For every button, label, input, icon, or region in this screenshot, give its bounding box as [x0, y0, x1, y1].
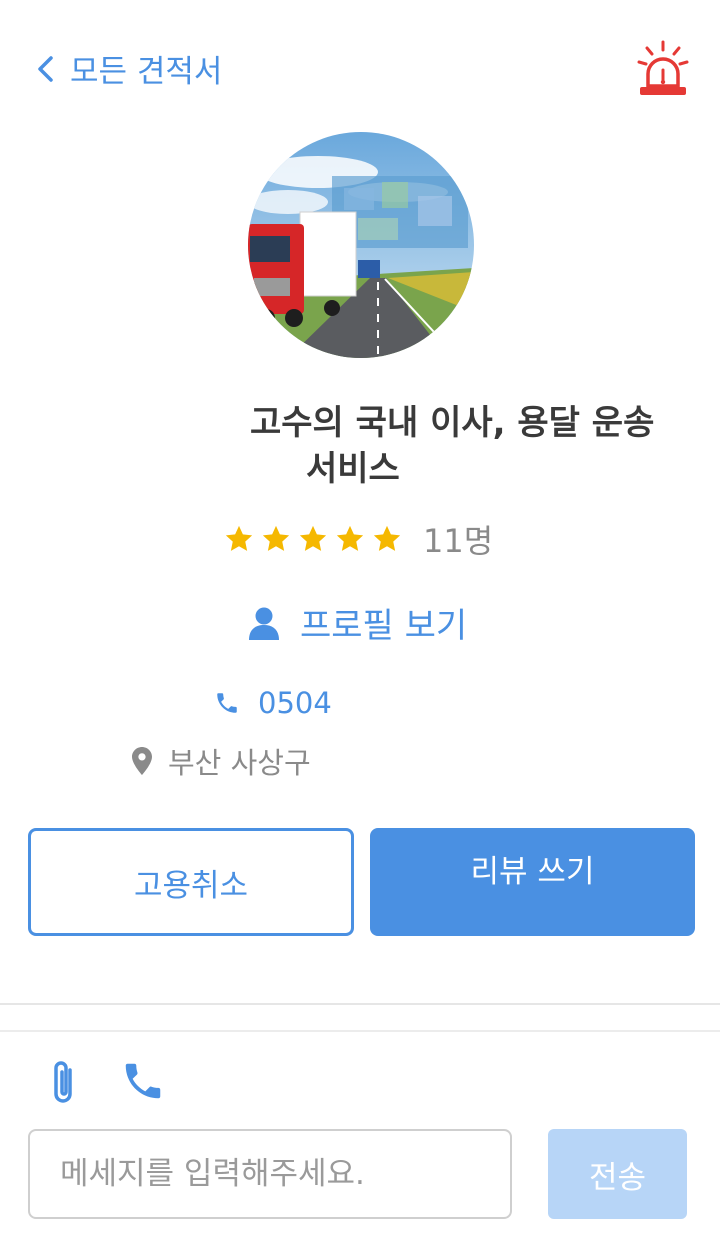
provider-title-line1: 고수의 국내 이사, 용달 운송: [250, 403, 655, 443]
location: 부산 사상구: [132, 740, 311, 782]
review-count: 11명: [423, 522, 494, 560]
back-to-all-quotes-link[interactable]: 모든 견적서: [36, 46, 222, 91]
phone-number-link[interactable]: 0504: [214, 686, 332, 720]
view-profile-link[interactable]: 프로필 보기: [248, 598, 467, 647]
phone-number: 0504: [258, 686, 332, 720]
provider-title: 고수의 국내 이사, 용달 운송 서비스: [250, 400, 720, 492]
star-icon: [373, 525, 401, 551]
chevron-left-icon: [38, 55, 53, 82]
star-icon: [299, 525, 327, 551]
star-icon: [225, 525, 253, 551]
rating: 11명: [224, 516, 493, 562]
app-header: 모든 견적서: [0, 0, 720, 130]
message-input[interactable]: [28, 1129, 512, 1219]
location-text: 부산 사상구: [168, 746, 311, 780]
send-button[interactable]: 전송: [548, 1129, 687, 1219]
star-icon: [336, 525, 364, 551]
truck-photo: [248, 132, 474, 358]
provider-avatar: [248, 132, 474, 358]
phone-icon: [217, 693, 237, 713]
provider-title-line2: 서비스: [306, 449, 400, 489]
star-rating: [224, 524, 409, 554]
call-button[interactable]: [120, 1058, 166, 1104]
write-review-button[interactable]: 리뷰 쓰기: [370, 828, 695, 936]
cancel-hire-button[interactable]: 고용취소: [28, 828, 354, 936]
divider: [0, 1030, 720, 1032]
siren-icon: [637, 40, 689, 95]
divider: [0, 1003, 720, 1005]
attach-file-button[interactable]: [46, 1058, 84, 1108]
phone-icon: [125, 1063, 161, 1099]
star-icon: [262, 525, 290, 551]
back-link-label: 모든 견적서: [70, 54, 223, 90]
paperclip-icon: [54, 1061, 72, 1103]
report-alarm-button[interactable]: [636, 40, 690, 98]
user-icon: [249, 607, 279, 640]
map-pin-icon: [132, 747, 152, 775]
view-profile-label: 프로필 보기: [300, 606, 468, 646]
